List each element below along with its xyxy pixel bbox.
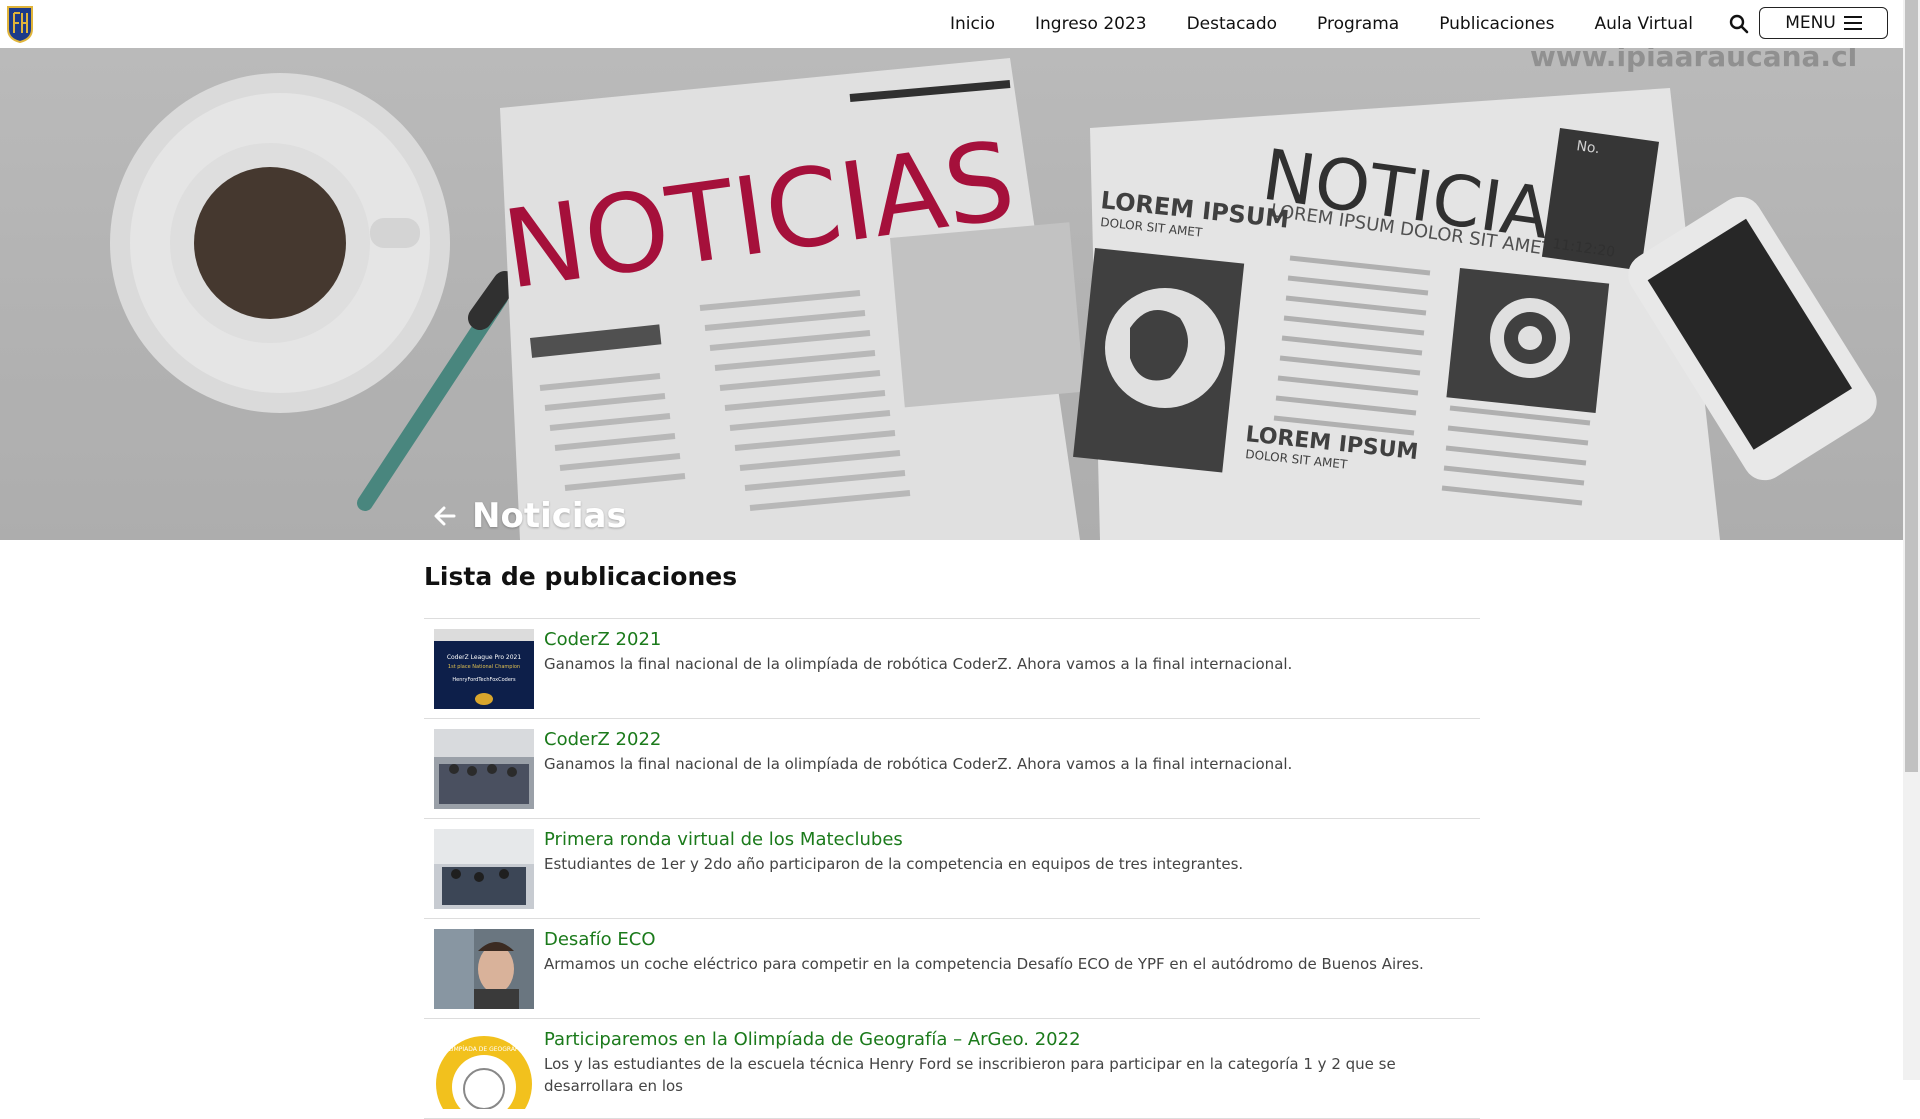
- item-description: Estudiantes de 1er y 2do año participaro…: [544, 855, 1244, 873]
- list-item[interactable]: Desafío ECO Armamos un coche eléctrico p…: [424, 919, 1480, 1019]
- item-title[interactable]: CoderZ 2021: [544, 629, 1292, 651]
- search-icon[interactable]: [1727, 12, 1751, 36]
- list-item[interactable]: Primera ronda virtual de los Mateclubes …: [424, 819, 1480, 919]
- item-title[interactable]: Participaremos en la Olimpíada de Geogra…: [544, 1029, 1474, 1051]
- list-item[interactable]: OLIMPÍADA DE GEOGRAFÍA Participaremos en…: [424, 1019, 1480, 1119]
- item-description: Los y las estudiantes de la escuela técn…: [544, 1055, 1396, 1095]
- thumb-badge: OLIMPÍADA DE GEOGRAFÍA: [444, 1046, 525, 1053]
- top-navbar: Inicio Ingreso 2023 Destacado Programa P…: [0, 0, 1903, 48]
- item-text: Participaremos en la Olimpíada de Geogra…: [544, 1029, 1474, 1118]
- thumb-line-2: 1st place National Champion: [448, 664, 520, 670]
- item-title[interactable]: CoderZ 2022: [544, 729, 1292, 751]
- arrow-left-icon[interactable]: [432, 503, 458, 529]
- thumbnail-mateclubes[interactable]: [434, 829, 534, 909]
- hero-newspaper-image: NOTICIAS NOTICIAS LOREM IPSUM DOLOR SIT …: [0, 48, 1903, 540]
- list-item[interactable]: CoderZ League Pro 2021 1st place Nationa…: [424, 619, 1480, 719]
- page-scrollbar[interactable]: [1903, 0, 1920, 1080]
- nav-link-aula-virtual[interactable]: Aula Virtual: [1595, 14, 1694, 34]
- item-description: Ganamos la final nacional de la olimpíad…: [544, 755, 1293, 773]
- nav-link-publicaciones[interactable]: Publicaciones: [1439, 14, 1554, 34]
- nav-links: Inicio Ingreso 2023 Destacado Programa P…: [910, 0, 1693, 48]
- nav-link-destacado[interactable]: Destacado: [1187, 14, 1277, 34]
- thumb-line-3: HenryFordTechFoxCoders: [452, 677, 516, 683]
- menu-label: MENU: [1785, 13, 1836, 33]
- item-text: Primera ronda virtual de los Mateclubes …: [544, 829, 1243, 918]
- hamburger-icon: [1843, 16, 1862, 30]
- item-text: CoderZ 2022 Ganamos la final nacional de…: [544, 729, 1292, 818]
- thumbnail-coderz-2022[interactable]: [434, 729, 534, 809]
- item-title[interactable]: Desafío ECO: [544, 929, 1424, 951]
- main-content: Lista de publicaciones CoderZ League Pro…: [424, 540, 1480, 1119]
- menu-button[interactable]: MENU: [1759, 7, 1888, 39]
- page-title: Noticias: [472, 496, 627, 536]
- thumbnail-olimpiada-geografia[interactable]: OLIMPÍADA DE GEOGRAFÍA: [434, 1029, 534, 1109]
- hero-banner: NOTICIAS NOTICIAS LOREM IPSUM DOLOR SIT …: [0, 48, 1903, 540]
- school-logo-icon[interactable]: [6, 5, 34, 43]
- list-item[interactable]: CoderZ 2022 Ganamos la final nacional de…: [424, 719, 1480, 819]
- nav-link-programa[interactable]: Programa: [1317, 14, 1399, 34]
- item-description: Ganamos la final nacional de la olimpíad…: [544, 655, 1293, 673]
- hero-title-group: Noticias: [432, 496, 627, 536]
- item-title[interactable]: Primera ronda virtual de los Mateclubes: [544, 829, 1243, 851]
- thumbnail-coderz-2021[interactable]: CoderZ League Pro 2021 1st place Nationa…: [434, 629, 534, 709]
- scrollbar-thumb[interactable]: [1905, 0, 1918, 772]
- publication-list: CoderZ League Pro 2021 1st place Nationa…: [424, 618, 1480, 1119]
- thumbnail-desafio-eco[interactable]: [434, 929, 534, 1009]
- item-text: CoderZ 2021 Ganamos la final nacional de…: [544, 629, 1292, 718]
- section-title: Lista de publicaciones: [424, 562, 738, 591]
- item-text: Desafío ECO Armamos un coche eléctrico p…: [544, 929, 1424, 1018]
- nav-link-inicio[interactable]: Inicio: [950, 14, 995, 34]
- thumb-line-1: CoderZ League Pro 2021: [447, 654, 522, 661]
- item-description: Armamos un coche eléctrico para competir…: [544, 955, 1424, 973]
- nav-link-ingreso-2023[interactable]: Ingreso 2023: [1035, 14, 1147, 34]
